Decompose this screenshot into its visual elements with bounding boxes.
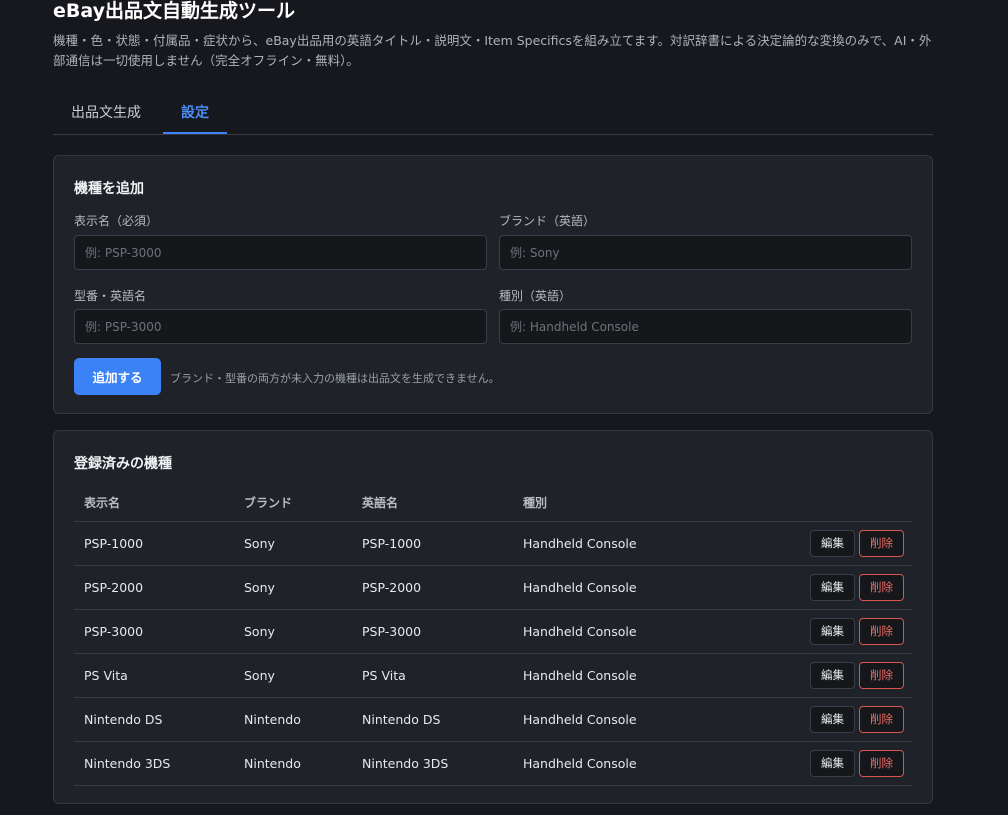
table-row: PSP-3000 Sony PSP-3000 Handheld Console …: [74, 609, 913, 654]
add-model-hint: ブランド・型番の両方が未入力の機種は出品文を生成できません。: [170, 372, 500, 385]
registered-models-card: 登録済みの機種 表示名 ブランド 英語名 種別 PSP-1000 Sony PS…: [53, 430, 933, 804]
column-header-type: 種別: [513, 485, 713, 522]
cell-english: PSP-3000: [352, 609, 513, 654]
model-label: 型番・英語名: [74, 289, 147, 303]
cell-english: PSP-1000: [352, 521, 513, 566]
delete-button[interactable]: 削除: [859, 749, 904, 777]
edit-button[interactable]: 編集: [810, 529, 855, 557]
app-description: 機種・色・状態・付属品・症状から、eBay出品用の英語タイトル・説明文・Item…: [53, 33, 932, 68]
cell-type: Handheld Console: [513, 741, 713, 786]
cell-type: Handheld Console: [513, 609, 713, 654]
cell-english: PS Vita: [352, 653, 513, 698]
delete-button[interactable]: 削除: [859, 705, 904, 733]
cell-display: PS Vita: [74, 653, 234, 698]
edit-button[interactable]: 編集: [810, 573, 855, 601]
cell-actions: 編集 削除: [713, 521, 913, 566]
cell-english: PSP-2000: [352, 565, 513, 610]
add-model-title: 機種を追加: [74, 181, 144, 197]
edit-button[interactable]: 編集: [810, 705, 855, 733]
tab-generate[interactable]: 出品文生成: [53, 96, 159, 134]
table-row: PS Vita Sony PS Vita Handheld Console 編集…: [74, 653, 913, 698]
cell-actions: 編集 削除: [713, 609, 913, 654]
delete-button[interactable]: 削除: [859, 617, 904, 645]
cell-brand: Sony: [234, 521, 352, 566]
delete-button[interactable]: 削除: [859, 573, 904, 601]
registered-models-title: 登録済みの機種: [74, 456, 172, 472]
cell-brand: Sony: [234, 609, 352, 654]
brand-input[interactable]: [499, 235, 912, 270]
models-table: 表示名 ブランド 英語名 種別 PSP-1000 Sony PSP-1000 H…: [74, 485, 913, 786]
cell-display: Nintendo 3DS: [74, 741, 234, 786]
cell-brand: Sony: [234, 653, 352, 698]
cell-actions: 編集 削除: [713, 653, 913, 698]
column-header-actions: [713, 485, 913, 522]
cell-english: Nintendo 3DS: [352, 741, 513, 786]
cell-english: Nintendo DS: [352, 697, 513, 742]
cell-actions: 編集 削除: [713, 741, 913, 786]
cell-actions: 編集 削除: [713, 565, 913, 610]
table-header-row: 表示名 ブランド 英語名 種別: [74, 485, 913, 522]
table-row: Nintendo 3DS Nintendo Nintendo 3DS Handh…: [74, 741, 913, 786]
tab-settings[interactable]: 設定: [163, 96, 227, 134]
type-input[interactable]: [499, 309, 912, 344]
add-model-card: 機種を追加 表示名（必須） ブランド（英語） 型番・英語名 種別（英語） 追加す…: [53, 155, 933, 414]
cell-actions: 編集 削除: [713, 697, 913, 742]
cell-brand: Sony: [234, 565, 352, 610]
table-row: Nintendo DS Nintendo Nintendo DS Handhel…: [74, 697, 913, 742]
cell-type: Handheld Console: [513, 565, 713, 610]
edit-button[interactable]: 編集: [810, 749, 855, 777]
cell-type: Handheld Console: [513, 653, 713, 698]
cell-display: PSP-2000: [74, 565, 234, 610]
table-row: PSP-2000 Sony PSP-2000 Handheld Console …: [74, 565, 913, 610]
brand-label: ブランド（英語）: [499, 214, 596, 228]
cell-brand: Nintendo: [234, 741, 352, 786]
tab-bar: 出品文生成 設定: [53, 96, 933, 135]
model-input[interactable]: [74, 309, 487, 344]
cell-display: PSP-3000: [74, 609, 234, 654]
delete-button[interactable]: 削除: [859, 529, 904, 557]
table-row: PSP-1000 Sony PSP-1000 Handheld Console …: [74, 521, 913, 566]
cell-brand: Nintendo: [234, 697, 352, 742]
column-header-display: 表示名: [74, 485, 234, 522]
edit-button[interactable]: 編集: [810, 617, 855, 645]
column-header-english: 英語名: [352, 485, 513, 522]
edit-button[interactable]: 編集: [810, 661, 855, 689]
cell-type: Handheld Console: [513, 521, 713, 566]
delete-button[interactable]: 削除: [859, 661, 904, 689]
column-header-brand: ブランド: [234, 485, 352, 522]
cell-type: Handheld Console: [513, 697, 713, 742]
display-name-label: 表示名（必須）: [74, 214, 159, 228]
cell-display: Nintendo DS: [74, 697, 234, 742]
app-title: eBay出品文自動生成ツール: [53, 0, 295, 22]
type-label: 種別（英語）: [499, 289, 572, 303]
add-model-button[interactable]: 追加する: [74, 358, 161, 395]
display-name-input[interactable]: [74, 235, 487, 270]
cell-display: PSP-1000: [74, 521, 234, 566]
